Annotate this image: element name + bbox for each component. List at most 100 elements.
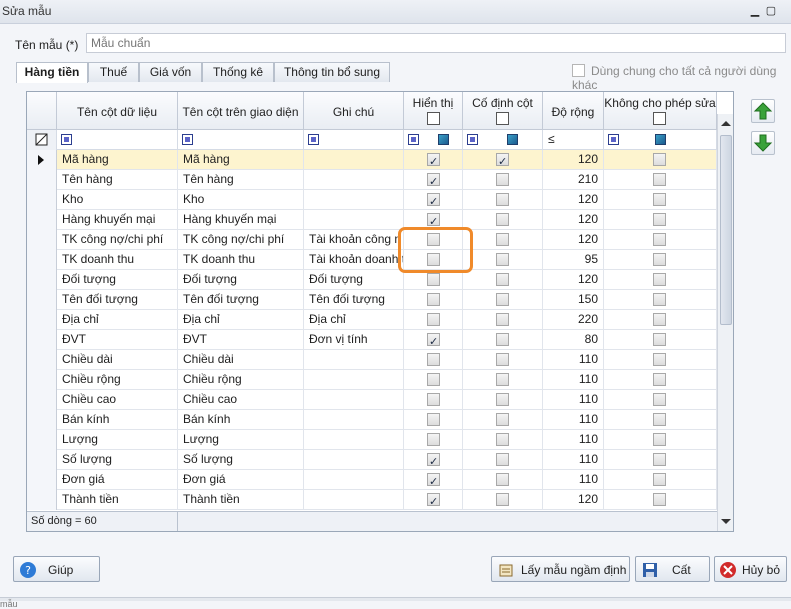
cell-fixed[interactable] (463, 290, 543, 310)
cell-noedit[interactable] (604, 170, 717, 190)
visible-checkbox[interactable] (427, 293, 440, 306)
maximize-button[interactable]: ▢ (764, 4, 778, 18)
cell-fixed[interactable] (463, 210, 543, 230)
row-selector[interactable] (27, 230, 57, 250)
noedit-checkbox[interactable] (653, 413, 666, 426)
tab-thong-tin-bo-sung[interactable]: Thông tin bổ sung (274, 62, 390, 82)
visible-checkbox[interactable] (427, 413, 440, 426)
fixed-checkbox[interactable] (496, 193, 509, 206)
noedit-checkbox[interactable] (653, 373, 666, 386)
row-selector[interactable] (27, 190, 57, 210)
header-visible-checkbox[interactable] (427, 112, 440, 125)
cell-noedit[interactable] (604, 330, 717, 350)
clear-filter-icon[interactable] (27, 130, 57, 150)
noedit-checkbox[interactable] (653, 433, 666, 446)
cell-noedit[interactable] (604, 490, 717, 510)
cell-display[interactable]: Đơn giá (178, 470, 304, 490)
visible-checkbox[interactable] (427, 472, 440, 490)
cell-note[interactable]: Đơn vị tính (304, 330, 404, 350)
cell-field[interactable]: Tên đối tượng (57, 290, 178, 310)
fixed-checkbox[interactable] (496, 293, 509, 306)
cell-noedit[interactable] (604, 410, 717, 430)
cell-note[interactable]: Đối tượng (304, 270, 404, 290)
table-row[interactable]: Lượng Lượng 110 (27, 430, 717, 450)
cell-visible[interactable] (404, 330, 463, 350)
visible-checkbox[interactable] (427, 393, 440, 406)
visible-checkbox[interactable] (427, 172, 440, 190)
cell-note[interactable] (304, 430, 404, 450)
noedit-checkbox[interactable] (653, 453, 666, 466)
cell-noedit[interactable] (604, 430, 717, 450)
row-selector[interactable] (27, 150, 57, 170)
cell-field[interactable]: TK công nợ/chi phí (57, 230, 178, 250)
share-checkbox[interactable] (572, 64, 585, 77)
cell-width[interactable]: 80 (543, 330, 604, 350)
default-template-button[interactable]: Lấy mẫu ngầm định (491, 556, 630, 582)
noedit-checkbox[interactable] (653, 493, 666, 506)
cell-width[interactable]: 120 (543, 210, 604, 230)
cell-visible[interactable] (404, 270, 463, 290)
cell-fixed[interactable] (463, 270, 543, 290)
noedit-checkbox[interactable] (653, 333, 666, 346)
header-visible[interactable]: Hiển thị (404, 92, 463, 130)
cell-width[interactable]: 120 (543, 490, 604, 510)
filter-field-name[interactable] (57, 130, 178, 150)
cell-width[interactable]: 150 (543, 290, 604, 310)
cell-width[interactable]: 95 (543, 250, 604, 270)
table-row[interactable]: Thành tiềnThành tiền 120 (27, 490, 717, 510)
cell-field[interactable]: Chiều cao (57, 390, 178, 410)
cell-width[interactable]: 210 (543, 170, 604, 190)
cell-display[interactable]: Thành tiền (178, 490, 304, 510)
row-selector[interactable] (27, 290, 57, 310)
filter-op-icon[interactable] (467, 134, 478, 145)
cell-fixed[interactable] (463, 450, 543, 470)
row-selector[interactable] (27, 170, 57, 190)
cell-fixed[interactable] (463, 190, 543, 210)
noedit-checkbox[interactable] (653, 393, 666, 406)
cell-visible[interactable] (404, 370, 463, 390)
noedit-checkbox[interactable] (653, 293, 666, 306)
table-row[interactable]: Chiều cao Chiều cao 110 (27, 390, 717, 410)
cell-field[interactable]: Đơn giá (57, 470, 178, 490)
visible-checkbox[interactable] (427, 313, 440, 326)
cell-fixed[interactable] (463, 170, 543, 190)
tab-hang-tien[interactable]: Hàng tiền (16, 62, 88, 83)
share-option[interactable]: Dùng chung cho tất cả người dùng khác (572, 64, 791, 92)
cell-noedit[interactable] (604, 290, 717, 310)
fixed-checkbox[interactable] (496, 173, 509, 186)
noedit-checkbox[interactable] (653, 473, 666, 486)
cell-fixed[interactable] (463, 390, 543, 410)
cell-width[interactable]: 120 (543, 190, 604, 210)
filter-value-icon[interactable] (507, 134, 518, 145)
cell-field[interactable]: Thành tiền (57, 490, 178, 510)
visible-checkbox[interactable] (427, 273, 440, 286)
noedit-checkbox[interactable] (653, 173, 666, 186)
cell-display[interactable]: Hàng khuyến mại (178, 210, 304, 230)
cell-visible[interactable] (404, 490, 463, 510)
fixed-checkbox[interactable] (496, 233, 509, 246)
noedit-checkbox[interactable] (653, 253, 666, 266)
cell-width[interactable]: 110 (543, 350, 604, 370)
tab-thue[interactable]: Thuế (88, 62, 139, 82)
header-note[interactable]: Ghi chú (304, 92, 404, 130)
cell-display[interactable]: Đối tượng (178, 270, 304, 290)
cell-visible[interactable] (404, 290, 463, 310)
cell-field[interactable]: Hàng khuyến mại (57, 210, 178, 230)
row-selector[interactable] (27, 390, 57, 410)
noedit-checkbox[interactable] (653, 233, 666, 246)
filter-op-icon[interactable] (308, 134, 319, 145)
cell-field[interactable]: Số lượng (57, 450, 178, 470)
noedit-checkbox[interactable] (653, 273, 666, 286)
filter-display-name[interactable] (178, 130, 304, 150)
cell-field[interactable]: Bán kính (57, 410, 178, 430)
cell-note[interactable] (304, 150, 404, 170)
fixed-checkbox[interactable] (496, 393, 509, 406)
cell-display[interactable]: Tên hàng (178, 170, 304, 190)
row-selector[interactable] (27, 470, 57, 490)
cell-display[interactable]: Chiều dài (178, 350, 304, 370)
cell-noedit[interactable] (604, 370, 717, 390)
cell-fixed[interactable] (463, 410, 543, 430)
cell-visible[interactable] (404, 390, 463, 410)
row-selector[interactable] (27, 370, 57, 390)
filter-fixed[interactable] (463, 130, 543, 150)
